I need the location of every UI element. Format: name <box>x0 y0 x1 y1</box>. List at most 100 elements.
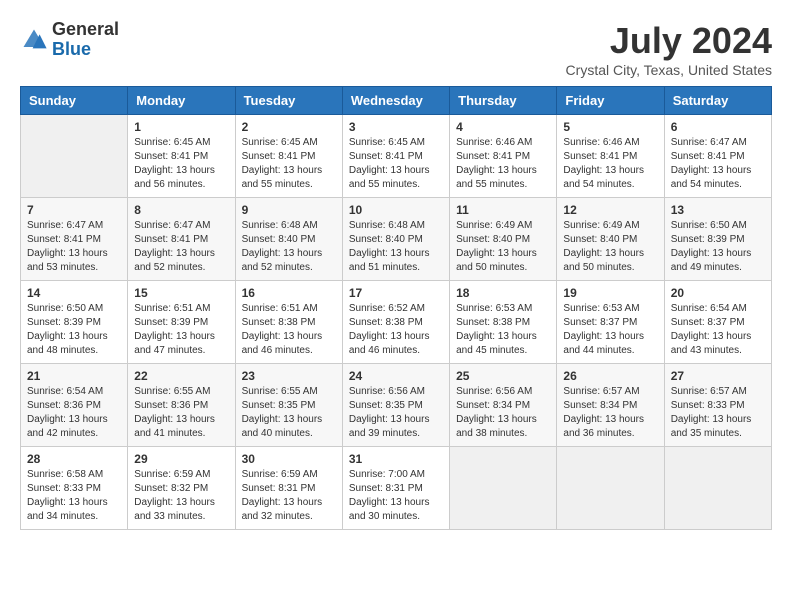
calendar-cell: 17Sunrise: 6:52 AMSunset: 8:38 PMDayligh… <box>342 281 449 364</box>
calendar-cell: 19Sunrise: 6:53 AMSunset: 8:37 PMDayligh… <box>557 281 664 364</box>
day-info: Sunrise: 6:59 AMSunset: 8:32 PMDaylight:… <box>134 468 228 524</box>
day-number: 11 <box>456 203 550 217</box>
day-info: Sunrise: 6:51 AMSunset: 8:39 PMDaylight:… <box>134 302 228 358</box>
calendar-week-row: 21 Sunrise: 6:54 AMSunset: 8:36 PMDayligh… <box>21 364 772 447</box>
calendar-cell: 21 Sunrise: 6:54 AMSunset: 8:36 PMDayligh… <box>21 364 128 447</box>
calendar-cell: 22 Sunrise: 6:55 AMSunset: 8:36 PMDayligh… <box>128 364 235 447</box>
weekday-header-tuesday: Tuesday <box>235 87 342 115</box>
calendar-cell <box>557 447 664 530</box>
day-number: 30 <box>242 452 336 466</box>
calendar-cell: 8 Sunrise: 6:47 AMSunset: 8:41 PMDaylight… <box>128 198 235 281</box>
calendar-cell: 2 Sunrise: 6:45 AMSunset: 8:41 PMDaylight… <box>235 115 342 198</box>
calendar-cell: 18Sunrise: 6:53 AMSunset: 8:38 PMDayligh… <box>450 281 557 364</box>
calendar-table: SundayMondayTuesdayWednesdayThursdayFrid… <box>20 86 772 530</box>
day-info: Sunrise: 7:00 AMSunset: 8:31 PMDaylight:… <box>349 468 443 524</box>
day-info: Sunrise: 6:59 AMSunset: 8:31 PMDaylight:… <box>242 468 336 524</box>
day-number: 19 <box>563 286 657 300</box>
day-info: Sunrise: 6:58 AMSunset: 8:33 PMDaylight:… <box>27 468 121 524</box>
logo-blue: Blue <box>52 40 119 60</box>
day-info: Sunrise: 6:56 AMSunset: 8:35 PMDaylight:… <box>349 385 443 441</box>
weekday-header-friday: Friday <box>557 87 664 115</box>
calendar-cell: 12 Sunrise: 6:49 AMSunset: 8:40 PMDayligh… <box>557 198 664 281</box>
day-number: 16 <box>242 286 336 300</box>
day-number: 29 <box>134 452 228 466</box>
calendar-cell: 5Sunrise: 6:46 AMSunset: 8:41 PMDaylight… <box>557 115 664 198</box>
calendar-cell: 4 Sunrise: 6:46 AMSunset: 8:41 PMDaylight… <box>450 115 557 198</box>
day-number: 4 <box>456 120 550 134</box>
day-number: 6 <box>671 120 765 134</box>
calendar-cell: 27 Sunrise: 6:57 AMSunset: 8:33 PMDayligh… <box>664 364 771 447</box>
day-number: 3 <box>349 120 443 134</box>
calendar-week-row: 28 Sunrise: 6:58 AMSunset: 8:33 PMDayligh… <box>21 447 772 530</box>
calendar-cell: 6 Sunrise: 6:47 AMSunset: 8:41 PMDaylight… <box>664 115 771 198</box>
day-number: 14 <box>27 286 121 300</box>
day-info: Sunrise: 6:49 AMSunset: 8:40 PMDaylight:… <box>563 219 657 275</box>
calendar-header-row: SundayMondayTuesdayWednesdayThursdayFrid… <box>21 87 772 115</box>
logo-icon <box>20 26 48 54</box>
day-number: 10 <box>349 203 443 217</box>
weekday-header-wednesday: Wednesday <box>342 87 449 115</box>
day-info: Sunrise: 6:57 AMSunset: 8:34 PMDaylight:… <box>563 385 657 441</box>
day-info: Sunrise: 6:49 AMSunset: 8:40 PMDaylight:… <box>456 219 550 275</box>
day-info: Sunrise: 6:57 AMSunset: 8:33 PMDaylight:… <box>671 385 765 441</box>
day-number: 23 <box>242 369 336 383</box>
logo: General Blue <box>20 20 119 60</box>
day-number: 31 <box>349 452 443 466</box>
day-info: Sunrise: 6:51 AMSunset: 8:38 PMDaylight:… <box>242 302 336 358</box>
calendar-cell: 28 Sunrise: 6:58 AMSunset: 8:33 PMDayligh… <box>21 447 128 530</box>
calendar-cell <box>450 447 557 530</box>
logo-general: General <box>52 20 119 40</box>
day-info: Sunrise: 6:46 AMSunset: 8:41 PMDaylight:… <box>456 136 550 192</box>
day-info: Sunrise: 6:45 AMSunset: 8:41 PMDaylight:… <box>134 136 228 192</box>
calendar-cell <box>21 115 128 198</box>
calendar-cell: 25Sunrise: 6:56 AMSunset: 8:34 PMDayligh… <box>450 364 557 447</box>
calendar-cell: 31 Sunrise: 7:00 AMSunset: 8:31 PMDayligh… <box>342 447 449 530</box>
calendar-cell: 14 Sunrise: 6:50 AMSunset: 8:39 PMDayligh… <box>21 281 128 364</box>
day-info: Sunrise: 6:45 AMSunset: 8:41 PMDaylight:… <box>349 136 443 192</box>
calendar-cell: 10 Sunrise: 6:48 AMSunset: 8:40 PMDayligh… <box>342 198 449 281</box>
day-number: 7 <box>27 203 121 217</box>
day-number: 12 <box>563 203 657 217</box>
day-info: Sunrise: 6:50 AMSunset: 8:39 PMDaylight:… <box>671 219 765 275</box>
day-info: Sunrise: 6:54 AMSunset: 8:37 PMDaylight:… <box>671 302 765 358</box>
calendar-cell: 26 Sunrise: 6:57 AMSunset: 8:34 PMDayligh… <box>557 364 664 447</box>
calendar-cell: 16 Sunrise: 6:51 AMSunset: 8:38 PMDayligh… <box>235 281 342 364</box>
calendar-cell: 13 Sunrise: 6:50 AMSunset: 8:39 PMDayligh… <box>664 198 771 281</box>
day-number: 27 <box>671 369 765 383</box>
day-number: 2 <box>242 120 336 134</box>
calendar-cell: 24Sunrise: 6:56 AMSunset: 8:35 PMDayligh… <box>342 364 449 447</box>
day-info: Sunrise: 6:54 AMSunset: 8:36 PMDaylight:… <box>27 385 121 441</box>
day-info: Sunrise: 6:45 AMSunset: 8:41 PMDaylight:… <box>242 136 336 192</box>
day-number: 28 <box>27 452 121 466</box>
calendar-cell <box>664 447 771 530</box>
day-info: Sunrise: 6:47 AMSunset: 8:41 PMDaylight:… <box>134 219 228 275</box>
day-number: 5 <box>563 120 657 134</box>
day-info: Sunrise: 6:56 AMSunset: 8:34 PMDaylight:… <box>456 385 550 441</box>
calendar-cell: 15 Sunrise: 6:51 AMSunset: 8:39 PMDayligh… <box>128 281 235 364</box>
day-info: Sunrise: 6:55 AMSunset: 8:36 PMDaylight:… <box>134 385 228 441</box>
calendar-cell: 9Sunrise: 6:48 AMSunset: 8:40 PMDaylight… <box>235 198 342 281</box>
day-number: 22 <box>134 369 228 383</box>
day-number: 18 <box>456 286 550 300</box>
day-number: 15 <box>134 286 228 300</box>
calendar-cell: 11 Sunrise: 6:49 AMSunset: 8:40 PMDayligh… <box>450 198 557 281</box>
logo-text: General Blue <box>52 20 119 60</box>
day-number: 8 <box>134 203 228 217</box>
day-number: 21 <box>27 369 121 383</box>
weekday-header-monday: Monday <box>128 87 235 115</box>
day-info: Sunrise: 6:50 AMSunset: 8:39 PMDaylight:… <box>27 302 121 358</box>
weekday-header-sunday: Sunday <box>21 87 128 115</box>
day-info: Sunrise: 6:48 AMSunset: 8:40 PMDaylight:… <box>242 219 336 275</box>
day-info: Sunrise: 6:48 AMSunset: 8:40 PMDaylight:… <box>349 219 443 275</box>
day-number: 20 <box>671 286 765 300</box>
day-info: Sunrise: 6:47 AMSunset: 8:41 PMDaylight:… <box>671 136 765 192</box>
calendar-cell: 29 Sunrise: 6:59 AMSunset: 8:32 PMDayligh… <box>128 447 235 530</box>
day-number: 13 <box>671 203 765 217</box>
day-number: 26 <box>563 369 657 383</box>
title-block: July 2024 Crystal City, Texas, United St… <box>566 20 772 78</box>
calendar-week-row: 1 Sunrise: 6:45 AMSunset: 8:41 PMDaylight… <box>21 115 772 198</box>
page-header: General Blue July 2024 Crystal City, Tex… <box>20 20 772 78</box>
calendar-cell: 3 Sunrise: 6:45 AMSunset: 8:41 PMDaylight… <box>342 115 449 198</box>
day-number: 1 <box>134 120 228 134</box>
calendar-cell: 20 Sunrise: 6:54 AMSunset: 8:37 PMDayligh… <box>664 281 771 364</box>
